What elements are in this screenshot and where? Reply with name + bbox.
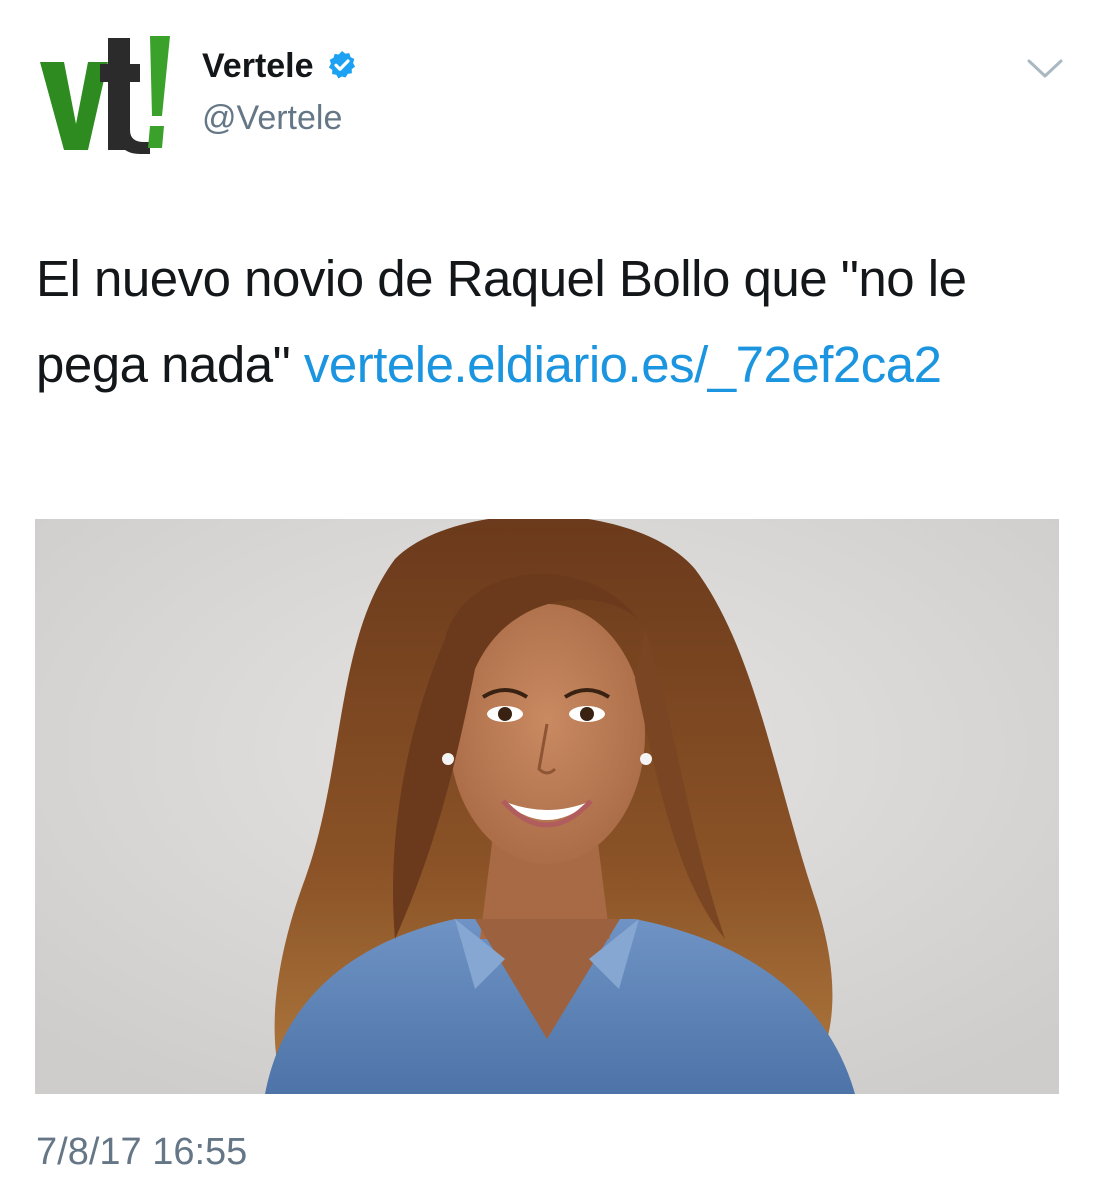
avatar[interactable] (34, 30, 174, 160)
tweet-timestamp[interactable]: 7/8/17 16:55 (36, 1130, 247, 1174)
portrait-photo (35, 519, 1059, 1094)
tweet-media-image[interactable] (35, 519, 1059, 1094)
tweet-card: Vertele @Vertele El nuevo novio de Raque… (0, 0, 1094, 1200)
tweet-text: El nuevo novio de Raquel Bollo que "no l… (36, 236, 1066, 408)
display-name[interactable]: Vertele (202, 44, 314, 88)
chevron-down-icon[interactable] (1026, 56, 1064, 82)
vertele-logo-icon (40, 36, 170, 154)
user-info[interactable]: Vertele @Vertele (202, 44, 358, 140)
user-handle[interactable]: @Vertele (202, 96, 358, 140)
tweet-link[interactable]: vertele.eldiario.es/_72ef2ca2 (304, 336, 942, 393)
verified-badge-icon (328, 51, 356, 79)
